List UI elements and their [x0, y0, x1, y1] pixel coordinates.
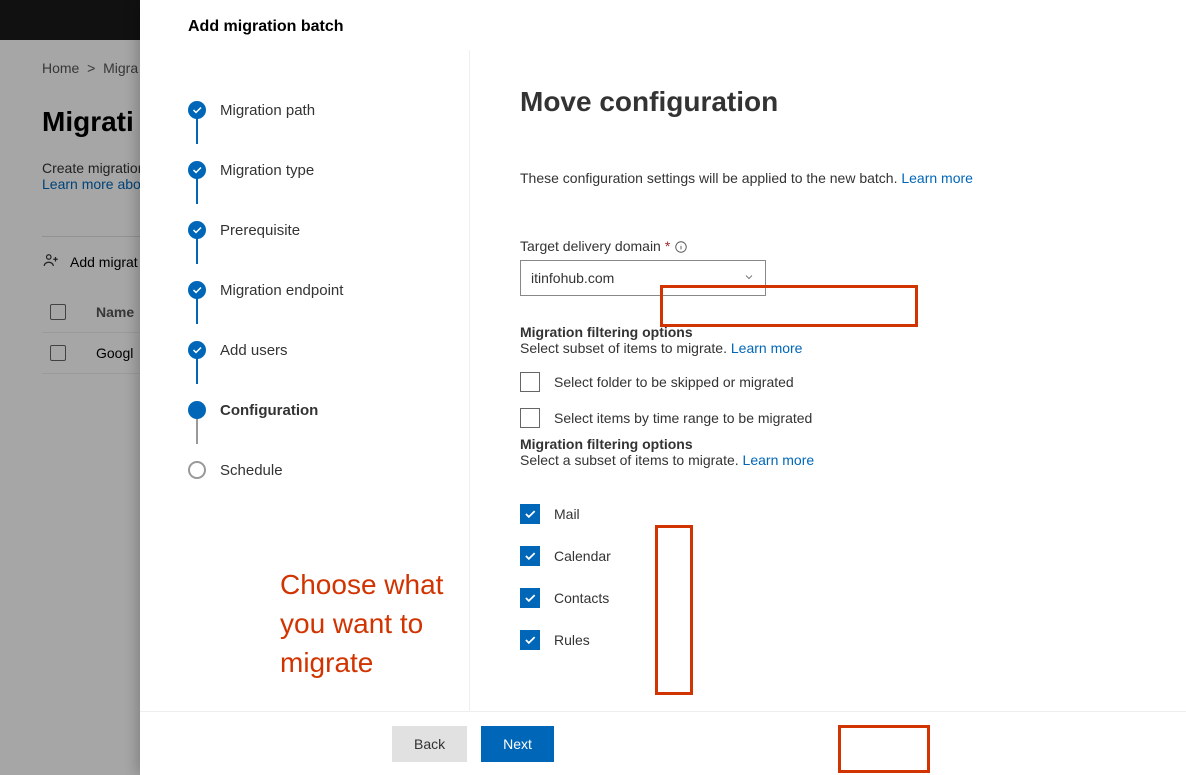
mail-checkbox-label: Mail	[554, 506, 580, 522]
learn-more-link[interactable]: Learn more	[901, 170, 973, 186]
check-icon	[188, 101, 206, 119]
panel-footer: Back Next	[140, 711, 1186, 775]
content-heading: Move configuration	[520, 86, 1136, 118]
rules-checkbox-label: Rules	[554, 632, 590, 648]
contacts-checkbox-label: Contacts	[554, 590, 609, 606]
calendar-checkbox-label: Calendar	[554, 548, 611, 564]
check-icon	[188, 221, 206, 239]
rules-checkbox[interactable]	[520, 630, 540, 650]
step-label: Prerequisite	[220, 222, 300, 239]
timerange-checkbox[interactable]	[520, 408, 540, 428]
filter-section-head: Migration filtering options	[520, 324, 1136, 340]
contacts-checkbox[interactable]	[520, 588, 540, 608]
next-button[interactable]: Next	[481, 726, 554, 762]
filter-section-head-2: Migration filtering options	[520, 436, 1136, 452]
folder-checkbox[interactable]	[520, 372, 540, 392]
current-step-icon	[188, 401, 206, 419]
check-icon	[188, 281, 206, 299]
step-label: Add users	[220, 342, 288, 359]
step-migration-endpoint[interactable]: Migration endpoint	[188, 260, 449, 320]
step-add-users[interactable]: Add users	[188, 320, 449, 380]
learn-more-link[interactable]: Learn more	[731, 340, 803, 356]
info-icon[interactable]	[674, 238, 688, 254]
back-button[interactable]: Back	[392, 726, 467, 762]
filter-section-sub-2: Select a subset of items to migrate.	[520, 452, 743, 468]
pending-step-icon	[188, 461, 206, 479]
step-migration-path[interactable]: Migration path	[188, 80, 449, 140]
step-migration-type[interactable]: Migration type	[188, 140, 449, 200]
migration-panel: Add migration batch Migration path Migra…	[140, 0, 1186, 775]
checkbox-row: Rules	[520, 630, 1136, 650]
checkbox-row: Select folder to be skipped or migrated	[520, 372, 1136, 392]
wizard-steps: Migration path Migration type Prerequisi…	[140, 50, 470, 711]
checkbox-row: Mail	[520, 504, 1136, 524]
check-icon	[188, 341, 206, 359]
mail-checkbox[interactable]	[520, 504, 540, 524]
learn-more-link[interactable]: Learn more	[743, 452, 815, 468]
step-label: Migration path	[220, 102, 315, 119]
checkbox-row: Calendar	[520, 546, 1136, 566]
step-label: Migration endpoint	[220, 282, 343, 299]
filter-section-sub: Select subset of items to migrate.	[520, 340, 731, 356]
folder-checkbox-label: Select folder to be skipped or migrated	[554, 374, 794, 390]
step-schedule[interactable]: Schedule	[188, 440, 449, 500]
step-label: Configuration	[220, 402, 318, 419]
chevron-down-icon	[743, 270, 755, 286]
step-configuration[interactable]: Configuration	[188, 380, 449, 440]
panel-content: Move configuration These configuration s…	[470, 50, 1186, 711]
step-label: Schedule	[220, 462, 283, 479]
timerange-checkbox-label: Select items by time range to be migrate…	[554, 410, 812, 426]
checkbox-row: Select items by time range to be migrate…	[520, 408, 1136, 428]
checkbox-row: Contacts	[520, 588, 1136, 608]
target-domain-select[interactable]: itinfohub.com	[520, 260, 766, 296]
calendar-checkbox[interactable]	[520, 546, 540, 566]
domain-field-label: Target delivery domain *	[520, 238, 1136, 254]
step-label: Migration type	[220, 162, 314, 179]
select-value: itinfohub.com	[531, 270, 614, 286]
panel-title: Add migration batch	[140, 0, 1186, 50]
check-icon	[188, 161, 206, 179]
step-prerequisite[interactable]: Prerequisite	[188, 200, 449, 260]
intro-text: These configuration settings will be app…	[520, 170, 901, 186]
